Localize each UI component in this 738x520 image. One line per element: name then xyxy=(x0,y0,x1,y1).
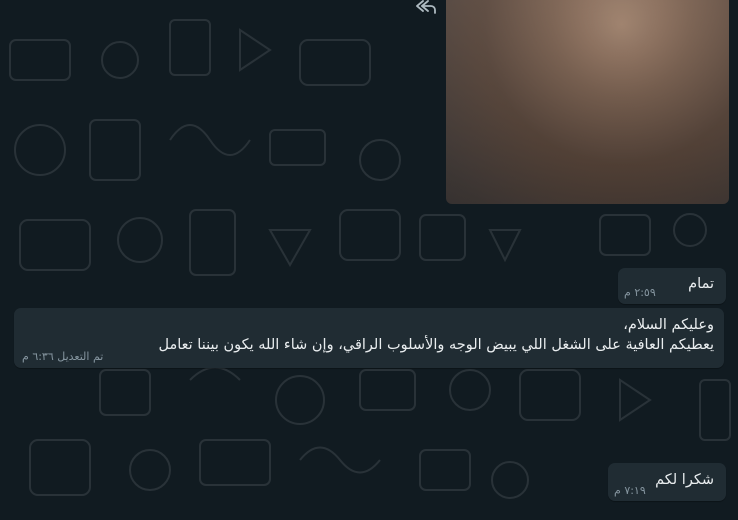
image-message[interactable] xyxy=(446,0,729,204)
reply-arrow-icon[interactable] xyxy=(415,0,437,14)
message-time: ٧:١٩ م xyxy=(614,484,646,497)
message-bubble[interactable]: شكرا لكم ٧:١٩ م xyxy=(608,463,726,501)
message-text-line: وعليكم السلام، xyxy=(623,317,714,333)
message-text: شكرا لكم xyxy=(655,472,714,488)
edited-label: تم التعديل xyxy=(57,350,104,363)
message-time: ٢:٥٩ م xyxy=(624,286,656,299)
message-meta: تم التعديل ٦:٣٦ م xyxy=(22,350,103,363)
message-text: تمام xyxy=(688,276,714,292)
message-text-line: يعطيكم العافية على الشغل اللي يبيض الوجه… xyxy=(158,337,715,353)
message-bubble[interactable]: تمام ٢:٥٩ م xyxy=(618,268,726,304)
message-bubble[interactable]: وعليكم السلام، يعطيكم العافية على الشغل … xyxy=(14,308,724,368)
image-thumbnail xyxy=(446,0,729,204)
message-time: ٦:٣٦ م xyxy=(22,350,54,363)
